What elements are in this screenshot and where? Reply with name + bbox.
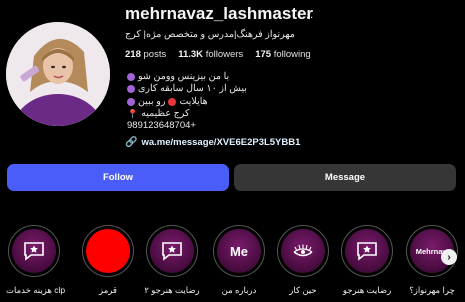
more-horizontal-icon[interactable]: ... [302,9,314,21]
highlight-label: قرمز [99,285,117,295]
profile-username: mehrnavaz_lashmaster [125,4,314,23]
star-chat-icon [357,242,377,261]
bio-line: 📍 کرج عظیمیه [127,108,247,120]
highlight-label: رضایت هنرجو ۲ [144,285,200,295]
profile-full-name: مهرنواز فرهنگ|مدرس و متخصص مژه| کرج [125,29,295,40]
bio-line: 989123648704+ [127,120,247,132]
highlight-item[interactable]: هزینه خدمات clp [6,225,66,296]
highlight-item[interactable]: رضایت هنرجو [339,225,395,296]
highlight-cover [12,229,56,273]
highlight-item[interactable]: رضایت هنرجو ۲ [144,225,200,296]
highlight-cover [150,229,194,273]
star-chat-icon [162,242,182,261]
star-chat-icon [24,242,44,261]
highlight-item[interactable]: قرمز [80,225,136,296]
highlight-label: رضایت هنرجو [342,285,392,295]
bio-text: کرج عظیمیه [141,107,190,119]
red-circle-icon [168,97,177,106]
followers-label: followers [205,49,244,60]
follow-button[interactable]: Follow [7,164,229,191]
highlight-item[interactable]: Me درباره من [211,225,267,296]
following-label: following [273,49,311,60]
bio-line: با من بیزینس وومن شو [127,71,247,83]
highlight-label: چرا مهرنواز؟ [409,285,455,295]
bio-text: هایلایت [179,95,208,107]
highlight-cover [345,229,389,273]
profile-stats: 218 posts 11.3K followers 175 following [125,49,311,60]
bio-phone: 989123648704+ [127,120,196,132]
highlight-label: هزینه خدمات clp [6,285,66,295]
highlight-label: حین کار [289,285,317,295]
bio-text: بیش از ۱۰ سال سابقه کاری [138,83,247,95]
message-button[interactable]: Message [234,164,456,191]
profile-link[interactable]: 🔗 wa.me/message/XVE6E2P3L5YBB1 [125,137,300,148]
following-count[interactable]: 175 following [255,49,310,60]
highlight-ring[interactable] [82,225,134,277]
profile-bio: با من بیزینس وومن شو بیش از ۱۰ سال سابقه… [127,71,247,132]
profile-link-text: wa.me/message/XVE6E2P3L5YBB1 [141,137,301,148]
highlight-ring[interactable] [146,225,198,277]
posts-label: posts [143,49,167,60]
highlight-ring[interactable]: Me [213,225,265,277]
followers-count[interactable]: 11.3K followers [178,49,243,60]
highlight-cover [281,229,325,273]
highlight-cover [86,229,130,273]
bio-text: رو ببین [138,95,166,107]
followers-value: 11.3K [178,49,204,60]
purple-circle-icon [127,97,135,106]
highlight-cover: Me [217,229,261,273]
bio-text: با من بیزینس وومن شو [138,71,230,82]
highlight-label: درباره من [221,285,257,295]
posts-count: 218 posts [125,49,166,60]
purple-circle-icon [127,85,135,94]
posts-value: 218 [125,49,141,60]
highlight-ring[interactable] [341,225,393,277]
eyelash-icon [293,244,313,257]
profile-avatar[interactable] [6,22,110,126]
highlight-cover-text: Me [229,243,249,259]
chevron-right-icon[interactable]: › [441,249,457,265]
purple-circle-icon [127,73,135,82]
highlight-ring[interactable] [8,225,60,277]
highlight-ring[interactable] [277,225,329,277]
story-highlights: هزینه خدمات clp قرمز رضایت هنرجو ۲ Me در… [0,225,465,302]
highlight-item[interactable]: حین کار [275,225,331,296]
bio-line: بیش از ۱۰ سال سابقه کاری [127,83,247,95]
pin-icon: 📍 [127,108,139,119]
link-icon: 🔗 [125,137,138,148]
bio-line: رو ببین هایلایت [127,96,247,108]
following-value: 175 [255,49,272,60]
avatar-photo [6,22,110,126]
